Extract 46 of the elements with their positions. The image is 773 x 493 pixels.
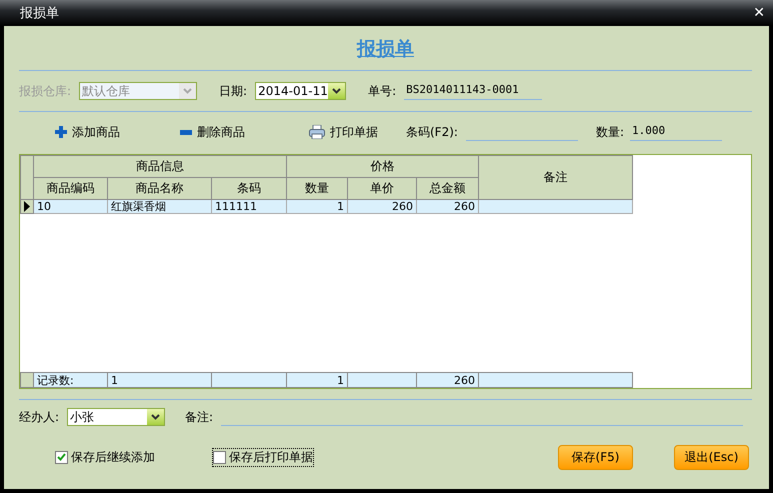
group-header: 商品信息 <box>34 156 287 178</box>
handler-dropdown[interactable]: 小张 <box>67 408 166 426</box>
close-icon[interactable]: ✕ <box>753 5 765 21</box>
save-button[interactable]: 保存(F5) <box>558 444 633 470</box>
warehouse-label: 报损仓库: <box>19 82 72 100</box>
summary-cell: 260 <box>416 372 478 388</box>
chevron-down-icon[interactable] <box>151 414 160 420</box>
table-cell: 260 <box>416 200 479 214</box>
exit-button[interactable]: 退出(Esc) <box>674 444 749 470</box>
column-header[interactable]: 数量 <box>286 178 348 200</box>
table-cell: 260 <box>348 200 417 214</box>
printer-icon <box>309 125 325 139</box>
note-label: 备注: <box>185 408 214 426</box>
column-header[interactable]: 商品编码 <box>34 178 108 200</box>
form-heading: 报损单 <box>357 37 414 62</box>
option-checkbox[interactable]: 保存后继续添加 <box>55 448 155 466</box>
add-button[interactable]: 添加商品 <box>55 124 120 140</box>
date-picker[interactable]: 2014-01-11 <box>255 82 346 100</box>
quantity-label: 数量: <box>596 124 624 140</box>
table-cell: 10 <box>34 200 108 214</box>
table-cell: 111111 <box>212 200 287 214</box>
date-label: 日期: <box>219 82 248 100</box>
group-header: 价格 <box>286 156 479 178</box>
check-icon <box>57 453 66 461</box>
minus-icon <box>180 130 192 134</box>
quantity-field[interactable]: 1.000 <box>630 124 722 140</box>
chevron-down-icon[interactable] <box>332 88 342 94</box>
summary-cell: 1 <box>286 372 348 388</box>
column-header[interactable]: 条码 <box>212 178 287 200</box>
table-cell: 1 <box>286 200 348 214</box>
column-header[interactable]: 总金额 <box>416 178 479 200</box>
delete-button[interactable]: 删除商品 <box>180 124 245 140</box>
handler-label: 经办人: <box>19 408 60 426</box>
print-button[interactable]: 打印单据 <box>309 124 378 140</box>
option-checkbox[interactable]: 保存后打印单据 <box>213 448 313 466</box>
record-count-label: 记录数: <box>34 372 108 388</box>
table-cell: 红旗渠香烟 <box>108 200 212 214</box>
barcode-label: 条码(F2): <box>406 124 458 140</box>
column-header[interactable]: 单价 <box>348 178 417 200</box>
number-field[interactable]: BS2014011143-0001 <box>404 82 542 100</box>
number-label: 单号: <box>368 82 396 100</box>
column-header[interactable]: 商品名称 <box>108 178 212 200</box>
window-title: 报损单 <box>20 5 59 22</box>
plus-icon <box>55 126 67 138</box>
summary-cell: 1 <box>108 372 212 388</box>
group-header: 备注 <box>478 156 633 200</box>
